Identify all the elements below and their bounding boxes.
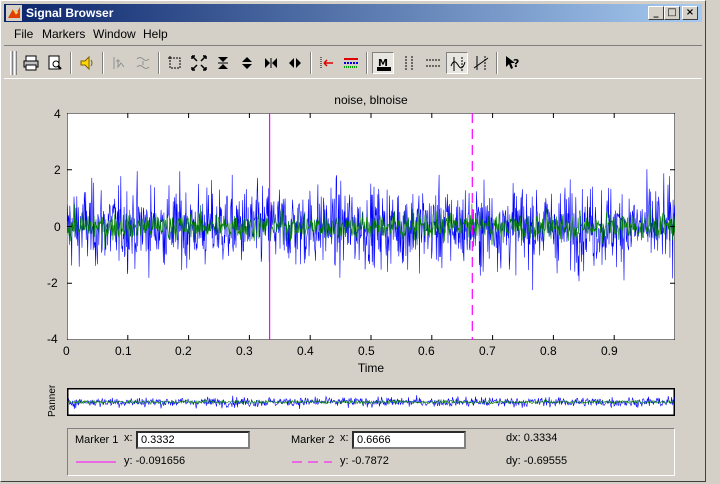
toolbar-separator <box>496 52 498 74</box>
x-tick-label: 0.5 <box>358 344 375 358</box>
slope-markers-button[interactable] <box>470 52 492 74</box>
y-tick-label: -2 <box>47 276 58 290</box>
zoom-out-x-button[interactable] <box>284 52 306 74</box>
play-button[interactable] <box>76 52 98 74</box>
zoom-out-y-button[interactable] <box>236 52 258 74</box>
array-signals-button[interactable] <box>132 52 154 74</box>
zoom-out-y-icon <box>242 57 252 69</box>
zoom-full-icon <box>191 55 207 71</box>
print-button[interactable] <box>20 52 42 74</box>
array-signals-icon <box>136 57 150 69</box>
matlab-icon <box>6 5 22 21</box>
whats-this-button[interactable]: ? <box>502 52 524 74</box>
marker1-x-label: x: <box>124 432 133 444</box>
panner-label: Panner <box>47 385 58 417</box>
marker2-label: Marker 2 <box>291 434 335 446</box>
marker1-x-input[interactable]: 0.3332 <box>136 431 250 449</box>
toolbar-separator <box>158 52 160 74</box>
marker1-y-readout: y: -0.091656 <box>124 455 186 467</box>
x-tick-label: 0.4 <box>297 344 314 358</box>
toolbar-grip-2[interactable] <box>14 51 17 75</box>
x-tick-label: 0.6 <box>418 344 435 358</box>
x-tick-label: 0.8 <box>540 344 557 358</box>
horizontal-markers-button[interactable] <box>422 52 444 74</box>
select-trace-arrow-icon <box>320 57 333 69</box>
print-preview-button[interactable] <box>44 52 66 74</box>
track-markers-icon <box>450 57 466 71</box>
menu-help[interactable]: Help <box>143 27 168 41</box>
maximize-button[interactable]: □ <box>664 6 680 20</box>
x-axis-label: Time <box>357 361 385 375</box>
toolbar-separator <box>70 52 72 74</box>
whats-this-icon: ? <box>506 56 519 70</box>
zoom-in-x-button[interactable] <box>260 52 282 74</box>
toolbar-separator <box>310 52 312 74</box>
panner[interactable] <box>67 388 675 416</box>
dx-readout: dx: 0.3334 <box>506 432 558 444</box>
x-tick-label: 0.2 <box>175 344 192 358</box>
axes-title: noise, blnoise <box>334 93 408 107</box>
title-bar[interactable]: Signal Browser _ □ × <box>4 4 702 22</box>
marker2-line-sample <box>292 461 332 463</box>
signal-browser-window: Signal Browser _ □ × File Markers Window… <box>0 0 706 482</box>
window-title: Signal Browser <box>26 6 114 20</box>
select-trace-icon <box>113 57 125 69</box>
y-tick-label: -4 <box>47 332 58 346</box>
x-tick-label: 0.3 <box>236 344 253 358</box>
zoom-in-y-icon <box>218 57 228 69</box>
y-tick-label: 4 <box>54 107 61 121</box>
zoom-rect-button[interactable] <box>164 52 186 74</box>
x-tick-label: 0.9 <box>601 344 618 358</box>
svg-text:?: ? <box>513 57 519 70</box>
horizontal-markers-icon <box>426 59 440 67</box>
select-trace-arrow-button[interactable] <box>316 52 338 74</box>
zoom-out-x-icon <box>289 58 301 68</box>
dy-readout: dy: -0.69555 <box>506 455 568 467</box>
zoom-full-button[interactable] <box>188 52 210 74</box>
markers-on-button[interactable]: M <box>372 52 394 74</box>
print-preview-icon <box>48 55 62 70</box>
line-props-button[interactable] <box>340 52 362 74</box>
toolbar-grip[interactable] <box>10 51 13 75</box>
slope-markers-icon <box>473 56 489 70</box>
marker1-label: Marker 1 <box>75 434 119 446</box>
toolbar-separator <box>102 52 104 74</box>
menu-file[interactable]: File <box>14 27 33 41</box>
marker2-x-input[interactable]: 0.6666 <box>352 431 466 449</box>
close-button[interactable]: × <box>682 6 698 20</box>
y-tick-label: 0 <box>54 220 61 234</box>
toolbar: M ? <box>4 45 702 79</box>
y-tick-label: 2 <box>54 163 61 177</box>
markers-on-icon: M <box>377 58 391 71</box>
main-plot[interactable] <box>67 113 675 340</box>
zoom-rect-icon <box>168 56 181 69</box>
vertical-markers-icon <box>405 56 413 70</box>
track-markers-button[interactable] <box>446 52 468 74</box>
zoom-in-x-icon <box>265 58 277 68</box>
minimize-button[interactable]: _ <box>648 6 664 20</box>
menu-markers[interactable]: Markers <box>42 27 85 41</box>
zoom-in-y-button[interactable] <box>212 52 234 74</box>
play-icon <box>80 55 93 71</box>
x-tick-label: 0.7 <box>479 344 496 358</box>
vertical-markers-button[interactable] <box>398 52 420 74</box>
markers-panel: Marker 1 x: 0.3332 y: -0.091656 Marker 2… <box>67 428 675 476</box>
marker2-y-readout: y: -0.7872 <box>340 455 389 467</box>
x-tick-label: 0.1 <box>115 344 132 358</box>
panner-label-text: Panner <box>47 385 58 417</box>
print-icon <box>23 55 39 71</box>
menu-window[interactable]: Window <box>93 27 136 41</box>
marker1-line-sample <box>76 461 116 463</box>
line-props-icon <box>344 58 358 68</box>
x-tick-label: 0 <box>63 344 70 358</box>
toolbar-separator <box>366 52 368 74</box>
select-trace-button[interactable] <box>108 52 130 74</box>
marker2-x-label: x: <box>340 432 349 444</box>
